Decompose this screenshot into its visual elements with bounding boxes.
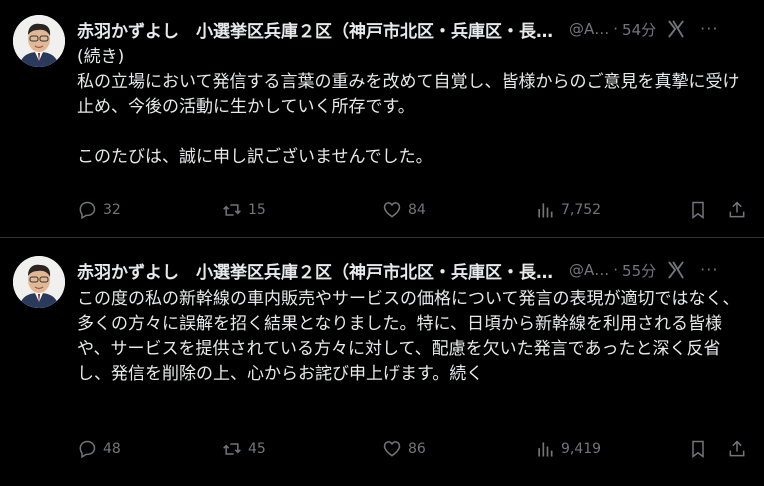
tweet-actions: 48 45 86 9,419 bbox=[77, 437, 750, 461]
tweet[interactable]: 赤羽かずよし 小選挙区兵庫２区（神戸市北区・兵庫区・長田区・西宮市塩瀬・山口） … bbox=[0, 239, 764, 486]
share-button[interactable] bbox=[727, 437, 753, 461]
retweet-count: 15 bbox=[248, 202, 266, 218]
views-button[interactable]: 9,419 bbox=[535, 437, 601, 461]
tweet-text: この度の私の新幹線の車内販売やサービスの価格について発言の表現が適切ではなく、多… bbox=[77, 289, 740, 384]
like-count: 86 bbox=[408, 441, 426, 457]
reply-count: 32 bbox=[103, 202, 121, 218]
share-icon bbox=[729, 201, 745, 218]
like-icon bbox=[383, 202, 401, 218]
like-button[interactable]: 86 bbox=[382, 437, 426, 461]
timestamp[interactable]: 55分 bbox=[622, 260, 656, 281]
retweet-button[interactable]: 15 bbox=[222, 198, 266, 222]
more-options-button[interactable]: ··· bbox=[700, 21, 718, 37]
tweet[interactable]: 赤羽かずよし 小選挙区兵庫２区（神戸市北区・兵庫区・長田区・西宮市塩瀬・山口） … bbox=[0, 0, 764, 238]
reply-count: 48 bbox=[103, 441, 121, 457]
grok-icon[interactable] bbox=[666, 19, 686, 39]
like-count: 84 bbox=[408, 202, 426, 218]
views-icon bbox=[538, 442, 553, 457]
retweet-count: 45 bbox=[248, 441, 266, 457]
share-button[interactable] bbox=[727, 198, 753, 222]
tweet-header: 赤羽かずよし 小選挙区兵庫２区（神戸市北区・兵庫区・長田区・西宮市塩瀬・山口） … bbox=[77, 15, 750, 43]
views-count: 9,419 bbox=[561, 441, 602, 457]
separator: · bbox=[613, 261, 619, 279]
like-icon bbox=[383, 441, 401, 457]
tweet-actions: 32 15 84 7,752 bbox=[77, 198, 750, 222]
author-handle[interactable]: @A… bbox=[569, 261, 609, 279]
bookmark-icon bbox=[692, 201, 704, 219]
reply-icon bbox=[79, 201, 96, 220]
tweet-header: 赤羽かずよし 小選挙区兵庫２区（神戸市北区・兵庫区・長田区・西宮市塩瀬・山口） … bbox=[77, 256, 750, 284]
reply-button[interactable]: 48 bbox=[77, 437, 121, 461]
bookmark-button[interactable] bbox=[688, 437, 714, 461]
tweet-text: (続き) 私の立場において発信する言葉の重みを改めて自覚し、皆様からのご意見を真… bbox=[77, 47, 740, 167]
views-icon bbox=[538, 203, 553, 218]
retweet-icon bbox=[223, 443, 241, 455]
author-name[interactable]: 赤羽かずよし 小選挙区兵庫２区（神戸市北区・兵庫区・長田区・西宮市塩瀬・山口） bbox=[77, 258, 557, 283]
avatar[interactable] bbox=[13, 256, 65, 308]
views-count: 7,752 bbox=[561, 202, 602, 218]
like-button[interactable]: 84 bbox=[382, 198, 426, 222]
views-button[interactable]: 7,752 bbox=[535, 198, 601, 222]
reply-icon bbox=[79, 440, 96, 459]
more-options-button[interactable]: ··· bbox=[700, 262, 718, 278]
separator: · bbox=[613, 20, 619, 38]
avatar[interactable] bbox=[13, 15, 65, 67]
bookmark-button[interactable] bbox=[688, 198, 714, 222]
author-name[interactable]: 赤羽かずよし 小選挙区兵庫２区（神戸市北区・兵庫区・長田区・西宮市塩瀬・山口） bbox=[77, 17, 557, 42]
retweet-button[interactable]: 45 bbox=[222, 437, 266, 461]
author-handle[interactable]: @A… bbox=[569, 20, 609, 38]
share-icon bbox=[729, 440, 745, 457]
grok-icon[interactable] bbox=[666, 260, 686, 280]
retweet-icon bbox=[223, 204, 241, 216]
timestamp[interactable]: 54分 bbox=[622, 19, 656, 40]
bookmark-icon bbox=[692, 440, 704, 458]
reply-button[interactable]: 32 bbox=[77, 198, 121, 222]
